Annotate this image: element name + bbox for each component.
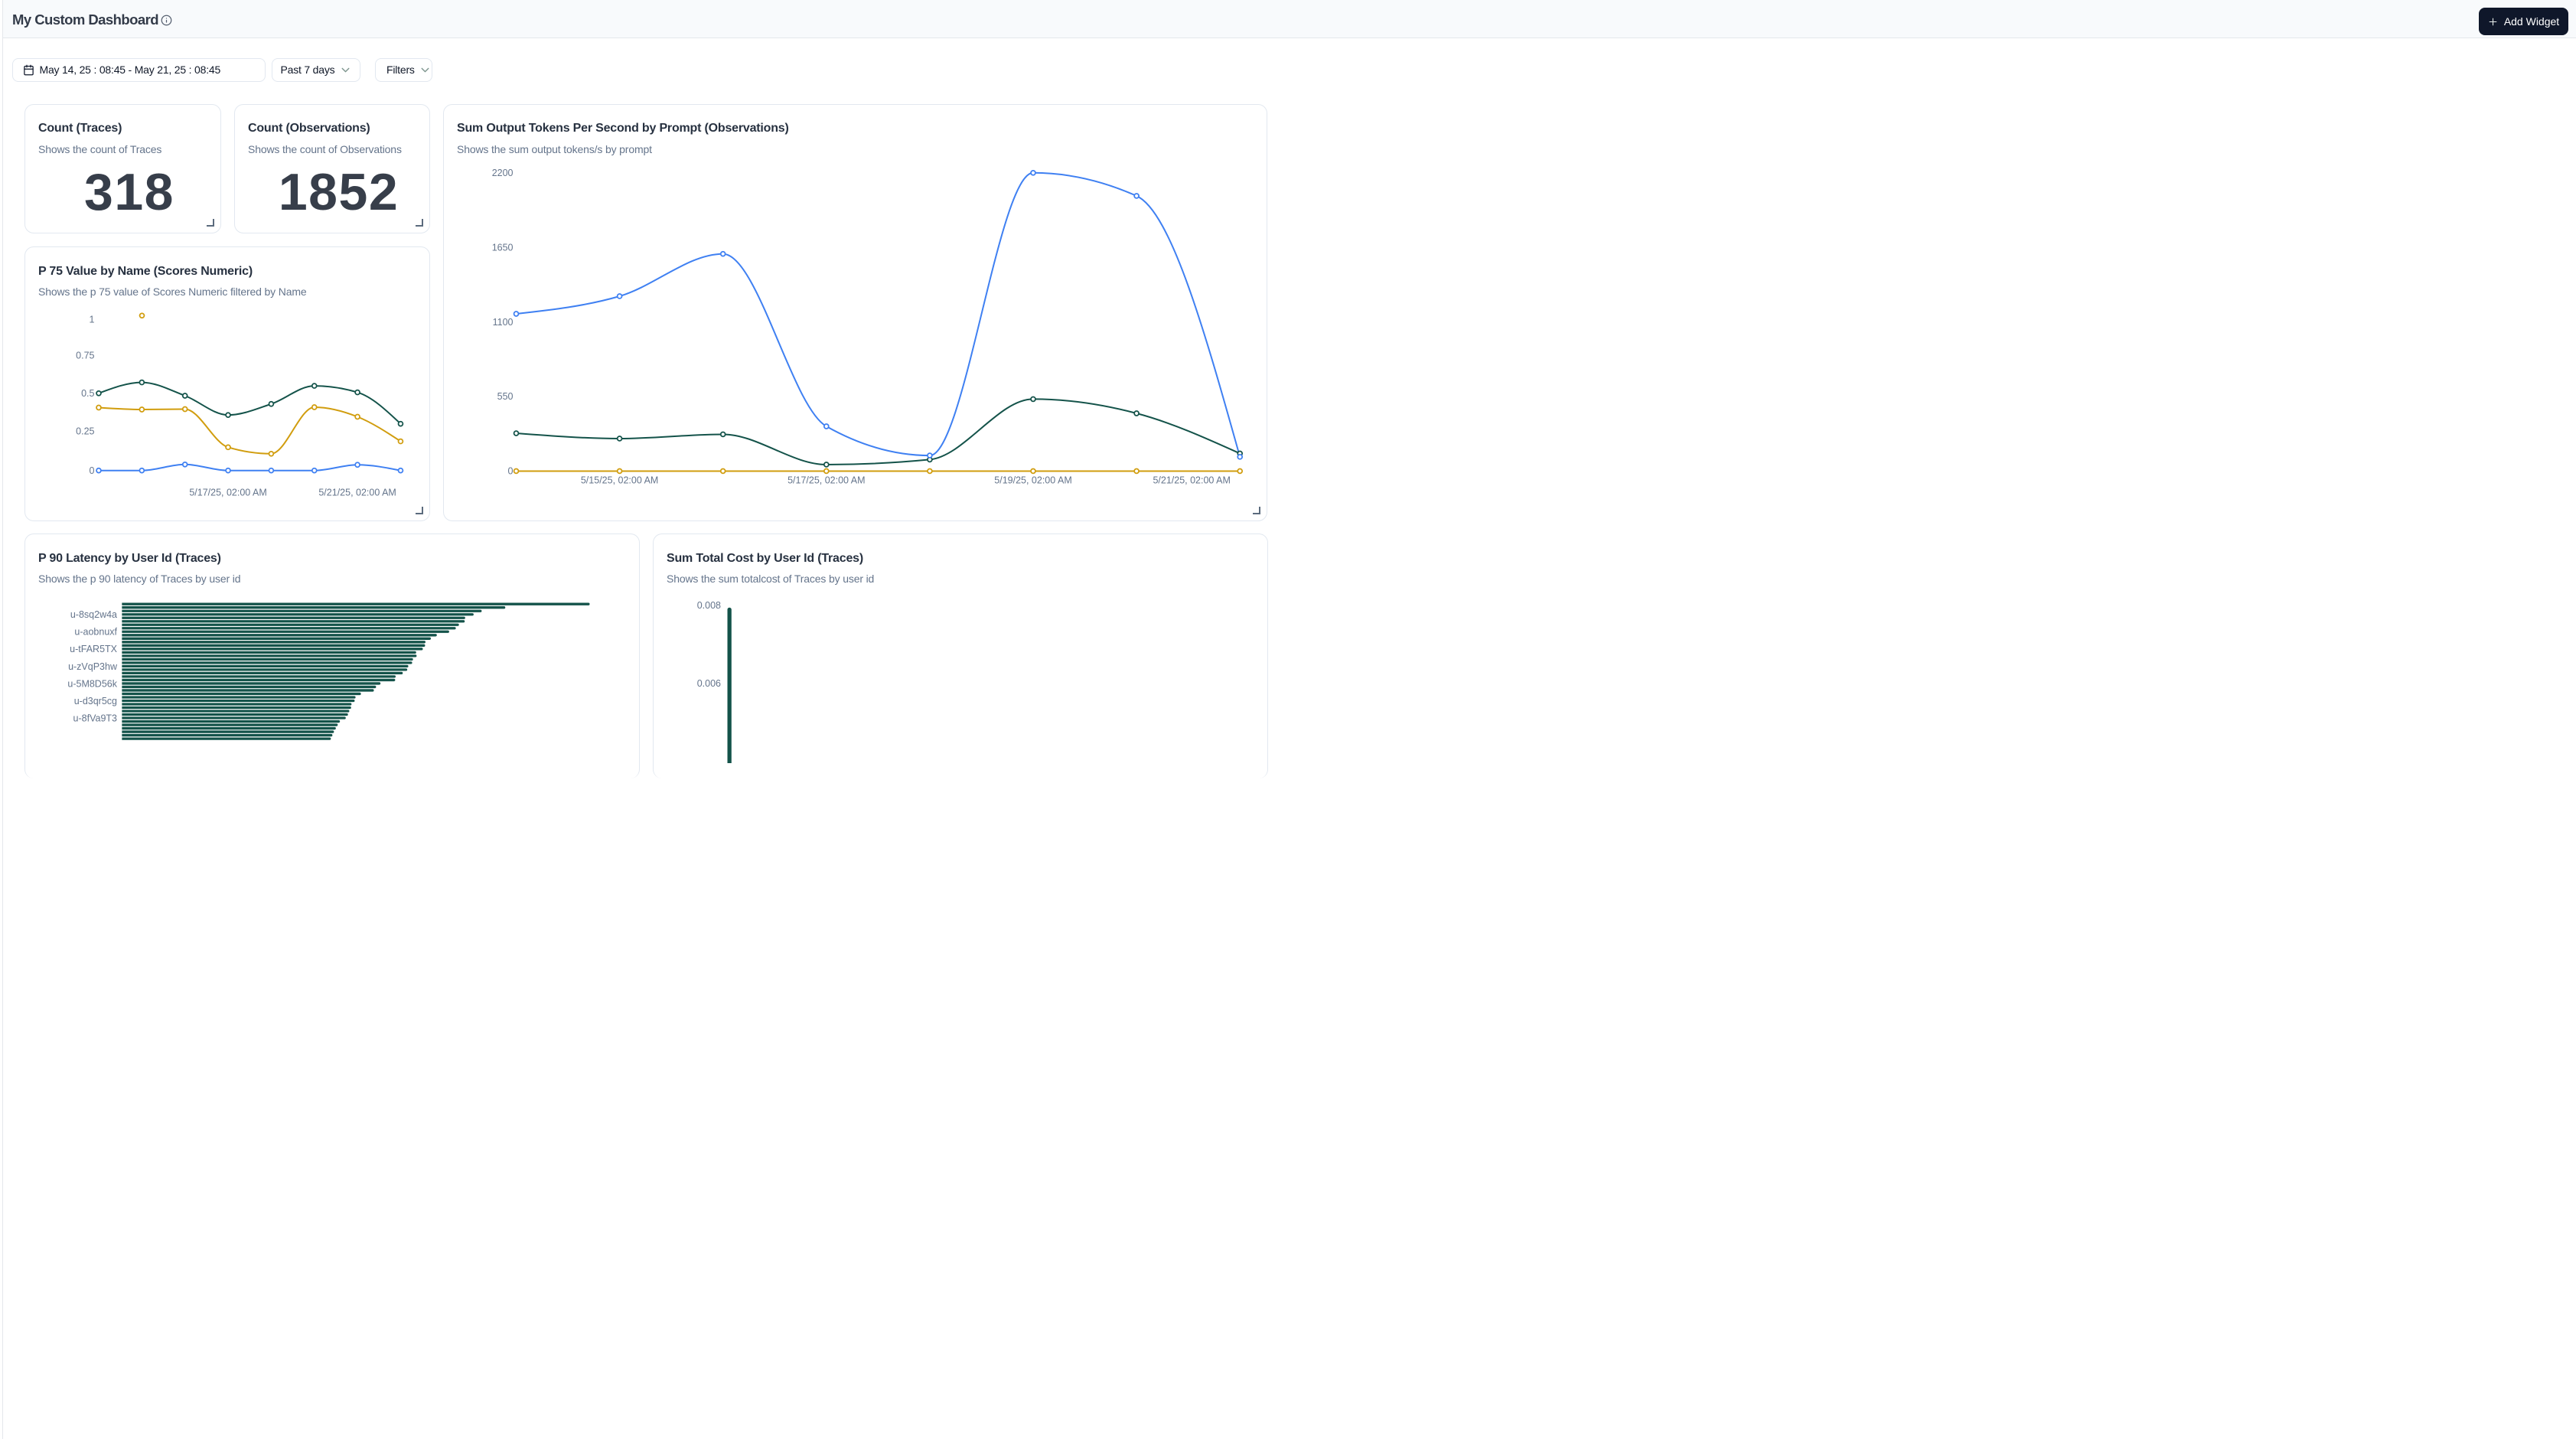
svg-text:u-d3qr5cg: u-d3qr5cg xyxy=(74,696,117,706)
svg-text:u-5M8D56k: u-5M8D56k xyxy=(67,678,117,689)
svg-text:5/21/25, 02:00 AM: 5/21/25, 02:00 AM xyxy=(1153,475,1230,485)
svg-text:5/19/25, 02:00 AM: 5/19/25, 02:00 AM xyxy=(994,475,1071,485)
svg-text:u-8fVa9T3: u-8fVa9T3 xyxy=(73,713,117,724)
svg-text:0.008: 0.008 xyxy=(697,600,721,611)
svg-text:u-tFAR5TX: u-tFAR5TX xyxy=(70,644,117,654)
svg-text:0: 0 xyxy=(508,465,514,476)
svg-text:u-zVqP3hw: u-zVqP3hw xyxy=(68,661,118,672)
svg-text:u-8sq2w4a: u-8sq2w4a xyxy=(70,609,117,620)
svg-text:0.25: 0.25 xyxy=(76,426,94,437)
svg-text:1: 1 xyxy=(90,314,95,325)
svg-text:u-aobnuxf: u-aobnuxf xyxy=(74,627,117,638)
svg-text:5/17/25, 02:00 AM: 5/17/25, 02:00 AM xyxy=(787,475,865,485)
svg-text:1650: 1650 xyxy=(492,242,514,253)
svg-text:0.75: 0.75 xyxy=(76,351,94,361)
svg-text:5/21/25, 02:00 AM: 5/21/25, 02:00 AM xyxy=(318,488,396,498)
svg-text:0.006: 0.006 xyxy=(697,678,721,689)
svg-text:2200: 2200 xyxy=(492,168,514,178)
svg-text:1100: 1100 xyxy=(493,316,514,327)
svg-text:0.5: 0.5 xyxy=(81,388,94,399)
svg-text:0: 0 xyxy=(90,465,95,476)
svg-text:5/15/25, 02:00 AM: 5/15/25, 02:00 AM xyxy=(581,475,658,485)
svg-text:550: 550 xyxy=(497,391,514,402)
svg-text:5/17/25, 02:00 AM: 5/17/25, 02:00 AM xyxy=(189,488,266,498)
